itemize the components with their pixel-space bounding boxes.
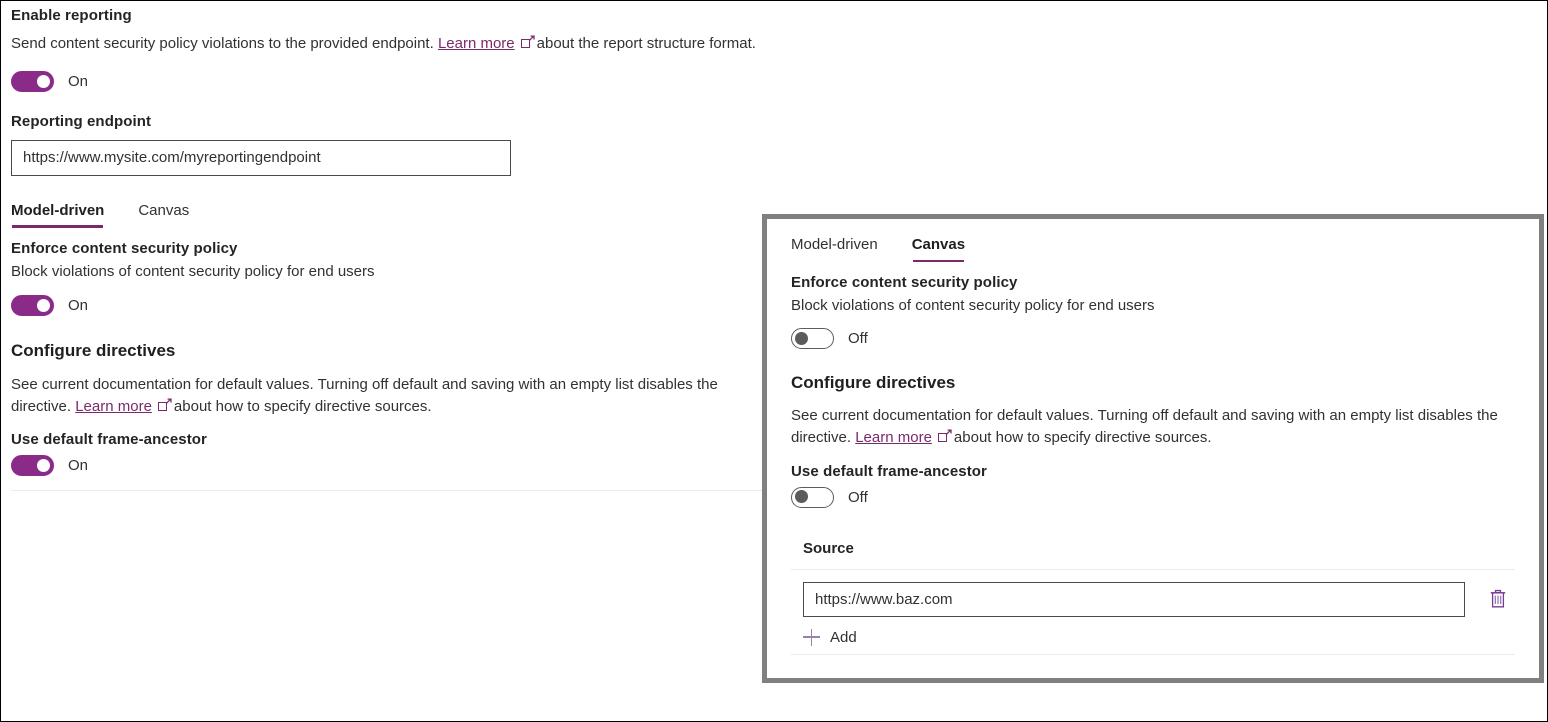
frame-ancestor-toggle-row-right[interactable]: Off [791, 487, 1515, 508]
reporting-endpoint-input[interactable]: https://www.mysite.com/myreportingendpoi… [11, 140, 511, 176]
enforce-csp-toggle-right[interactable] [791, 328, 834, 349]
learn-more-link-reporting[interactable]: Learn more [438, 35, 515, 52]
enable-reporting-toggle-row[interactable]: On [11, 71, 759, 92]
frame-ancestor-toggle-state-right: Off [848, 489, 868, 506]
source-footer-divider [791, 654, 1515, 655]
trash-icon [1489, 589, 1507, 609]
configure-directives-desc-after-left: about how to specify directive sources. [174, 398, 432, 415]
enforce-csp-section-right: Enforce content security policy Block vi… [791, 274, 1515, 349]
left-tablist: Model-driven Canvas [11, 202, 759, 228]
canvas-callout-panel: Model-driven Canvas Enforce content secu… [762, 214, 1544, 683]
frame-ancestor-toggle-row-left[interactable]: On [11, 455, 759, 476]
configure-directives-description-left: See current documentation for default va… [11, 374, 759, 418]
delete-source-button[interactable] [1483, 584, 1513, 614]
external-link-icon [158, 399, 171, 412]
external-link-arrow-icon [527, 35, 535, 43]
enable-reporting-desc-before: Send content security policy violations … [11, 35, 434, 52]
enforce-csp-section-left: Enforce content security policy Block vi… [11, 240, 759, 316]
source-header-divider [791, 569, 1515, 570]
enable-reporting-section: Enable reporting Send content security p… [11, 7, 759, 92]
left-settings-panel: Enable reporting Send content security p… [1, 1, 769, 491]
tab-model-driven-left[interactable]: Model-driven [11, 202, 104, 228]
screenshot-root: Enable reporting Send content security p… [0, 0, 1548, 722]
configure-directives-section-right: Configure directives See current documen… [791, 373, 1515, 449]
frame-ancestor-toggle-right[interactable] [791, 487, 834, 508]
enable-reporting-toggle-state: On [68, 73, 88, 90]
frame-ancestor-label-right: Use default frame-ancestor [791, 463, 1515, 480]
source-section: Source https://www.baz.com Add [791, 540, 1515, 655]
enforce-csp-toggle-state-left: On [68, 297, 88, 314]
right-tablist: Model-driven Canvas [791, 236, 1515, 262]
reporting-endpoint-value: https://www.mysite.com/myreportingendpoi… [23, 149, 321, 166]
frame-ancestor-toggle-left[interactable] [11, 455, 54, 476]
external-link-arrow-icon [944, 429, 952, 437]
configure-directives-description-right: See current documentation for default va… [791, 405, 1515, 449]
reporting-endpoint-section: Reporting endpoint https://www.mysite.co… [11, 113, 759, 176]
enforce-csp-toggle-state-right: Off [848, 330, 868, 347]
enforce-csp-toggle-row-right[interactable]: Off [791, 328, 1515, 349]
enforce-csp-toggle-left[interactable] [11, 295, 54, 316]
source-column-header: Source [803, 540, 1515, 557]
add-source-label: Add [830, 629, 857, 646]
frame-ancestor-section-right: Use default frame-ancestor Off [791, 463, 1515, 508]
configure-directives-section-left: Configure directives See current documen… [11, 341, 759, 418]
source-url-value: https://www.baz.com [815, 591, 953, 608]
configure-directives-desc-after-right: about how to specify directive sources. [954, 429, 1212, 446]
learn-more-link-directives-left[interactable]: Learn more [75, 398, 152, 415]
configure-directives-heading-right: Configure directives [791, 373, 1515, 393]
enable-reporting-description: Send content security policy violations … [11, 33, 759, 55]
enable-reporting-desc-after: about the report structure format. [537, 35, 756, 52]
enforce-csp-subtitle-right: Block violations of content security pol… [791, 297, 1515, 314]
external-link-arrow-icon [164, 398, 172, 406]
frame-ancestor-section-left: Use default frame-ancestor On [11, 431, 759, 476]
enforce-csp-toggle-row-left[interactable]: On [11, 295, 759, 316]
tab-model-driven-right[interactable]: Model-driven [791, 236, 878, 262]
enable-reporting-title: Enable reporting [11, 7, 759, 24]
tab-canvas-left[interactable]: Canvas [138, 202, 189, 228]
plus-icon [803, 629, 820, 646]
enforce-csp-subtitle-left: Block violations of content security pol… [11, 263, 759, 280]
external-link-icon [938, 430, 951, 443]
enable-reporting-toggle[interactable] [11, 71, 54, 92]
external-link-icon [521, 36, 534, 49]
reporting-endpoint-label: Reporting endpoint [11, 113, 759, 130]
left-panel-divider [11, 490, 769, 491]
frame-ancestor-label-left: Use default frame-ancestor [11, 431, 759, 448]
enforce-csp-title-right: Enforce content security policy [791, 274, 1515, 291]
learn-more-link-directives-right[interactable]: Learn more [855, 429, 932, 446]
source-url-input[interactable]: https://www.baz.com [803, 582, 1465, 617]
add-source-button[interactable]: Add [803, 623, 1515, 654]
enforce-csp-title-left: Enforce content security policy [11, 240, 759, 257]
source-row: https://www.baz.com [791, 582, 1515, 617]
configure-directives-heading-left: Configure directives [11, 341, 759, 361]
tab-canvas-right[interactable]: Canvas [912, 236, 965, 262]
frame-ancestor-toggle-state-left: On [68, 457, 88, 474]
